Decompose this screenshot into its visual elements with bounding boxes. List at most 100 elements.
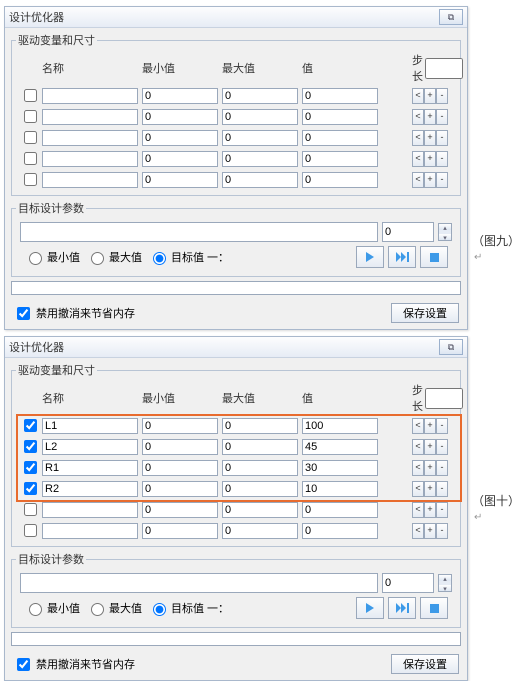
step-button[interactable]	[388, 246, 416, 268]
row-max-input[interactable]	[222, 172, 298, 188]
row-checkbox[interactable]	[24, 152, 37, 165]
tiny-btn-0[interactable]: <	[412, 109, 424, 125]
row-checkbox[interactable]	[24, 503, 37, 516]
tiny-btn-1[interactable]: +	[424, 418, 436, 434]
row-min-input[interactable]	[142, 172, 218, 188]
tiny-btn-1[interactable]: +	[424, 88, 436, 104]
tiny-btn-2[interactable]: -	[436, 151, 448, 167]
stop-button[interactable]	[420, 597, 448, 619]
row-max-input[interactable]	[222, 130, 298, 146]
step-input[interactable]	[425, 58, 463, 79]
row-val-input[interactable]	[302, 88, 378, 104]
target-value-input[interactable]	[382, 222, 434, 242]
tiny-btn-2[interactable]: -	[436, 523, 448, 539]
row-min-input[interactable]	[142, 460, 218, 476]
opt-min[interactable]: 最小值	[24, 249, 80, 265]
opt-min-radio[interactable]	[29, 603, 42, 616]
opt-target-radio[interactable]	[153, 252, 166, 265]
save-settings-button[interactable]: 保存设置	[391, 303, 459, 323]
save-settings-button[interactable]: 保存设置	[391, 654, 459, 674]
target-spinner[interactable]: ▴▾	[438, 223, 452, 241]
row-max-input[interactable]	[222, 523, 298, 539]
row-max-input[interactable]	[222, 109, 298, 125]
tiny-btn-1[interactable]: +	[424, 109, 436, 125]
tiny-btn-1[interactable]: +	[424, 460, 436, 476]
titlebar-button[interactable]: ⧉	[439, 9, 463, 25]
tiny-btn-2[interactable]: -	[436, 88, 448, 104]
tiny-btn-0[interactable]: <	[412, 481, 424, 497]
step-button[interactable]	[388, 597, 416, 619]
tiny-btn-1[interactable]: +	[424, 172, 436, 188]
row-checkbox[interactable]	[24, 173, 37, 186]
disable-undo-option[interactable]: 禁用撤消来节省内存	[13, 304, 135, 323]
target-spinner[interactable]: ▴▾	[438, 574, 452, 592]
row-max-input[interactable]	[222, 88, 298, 104]
play-button[interactable]	[356, 246, 384, 268]
tiny-btn-1[interactable]: +	[424, 439, 436, 455]
titlebar-button[interactable]: ⧉	[439, 339, 463, 355]
row-checkbox[interactable]	[24, 482, 37, 495]
row-min-input[interactable]	[142, 481, 218, 497]
tiny-btn-0[interactable]: <	[412, 172, 424, 188]
row-val-input[interactable]	[302, 523, 378, 539]
disable-undo-checkbox[interactable]	[17, 658, 30, 671]
opt-min-radio[interactable]	[29, 252, 42, 265]
row-checkbox[interactable]	[24, 419, 37, 432]
tiny-btn-1[interactable]: +	[424, 130, 436, 146]
stop-button[interactable]	[420, 246, 448, 268]
tiny-btn-1[interactable]: +	[424, 523, 436, 539]
row-name-input[interactable]	[42, 523, 138, 539]
tiny-btn-2[interactable]: -	[436, 460, 448, 476]
row-min-input[interactable]	[142, 523, 218, 539]
row-val-input[interactable]	[302, 172, 378, 188]
opt-max[interactable]: 最大值	[86, 249, 142, 265]
row-min-input[interactable]	[142, 88, 218, 104]
tiny-btn-2[interactable]: -	[436, 481, 448, 497]
tiny-btn-1[interactable]: +	[424, 481, 436, 497]
row-name-input[interactable]	[42, 502, 138, 518]
row-name-input[interactable]	[42, 109, 138, 125]
tiny-btn-0[interactable]: <	[412, 502, 424, 518]
row-val-input[interactable]	[302, 151, 378, 167]
row-name-input[interactable]	[42, 130, 138, 146]
opt-target[interactable]: 目标值 一：	[148, 249, 229, 265]
row-min-input[interactable]	[142, 502, 218, 518]
row-checkbox[interactable]	[24, 440, 37, 453]
row-max-input[interactable]	[222, 151, 298, 167]
row-checkbox[interactable]	[24, 131, 37, 144]
target-name-input[interactable]	[20, 573, 378, 593]
tiny-btn-2[interactable]: -	[436, 109, 448, 125]
play-button[interactable]	[356, 597, 384, 619]
row-name-input[interactable]	[42, 460, 138, 476]
tiny-btn-0[interactable]: <	[412, 460, 424, 476]
row-min-input[interactable]	[142, 418, 218, 434]
row-min-input[interactable]	[142, 109, 218, 125]
row-name-input[interactable]	[42, 172, 138, 188]
opt-max-radio[interactable]	[91, 252, 104, 265]
row-val-input[interactable]	[302, 130, 378, 146]
row-checkbox[interactable]	[24, 110, 37, 123]
opt-target-radio[interactable]	[153, 603, 166, 616]
row-checkbox[interactable]	[24, 461, 37, 474]
row-val-input[interactable]	[302, 109, 378, 125]
tiny-btn-1[interactable]: +	[424, 502, 436, 518]
row-checkbox[interactable]	[24, 89, 37, 102]
tiny-btn-2[interactable]: -	[436, 130, 448, 146]
row-max-input[interactable]	[222, 418, 298, 434]
opt-max[interactable]: 最大值	[86, 600, 142, 616]
tiny-btn-0[interactable]: <	[412, 130, 424, 146]
opt-min[interactable]: 最小值	[24, 600, 80, 616]
disable-undo-option[interactable]: 禁用撤消来节省内存	[13, 655, 135, 674]
tiny-btn-0[interactable]: <	[412, 88, 424, 104]
tiny-btn-2[interactable]: -	[436, 418, 448, 434]
tiny-btn-2[interactable]: -	[436, 502, 448, 518]
row-name-input[interactable]	[42, 418, 138, 434]
row-name-input[interactable]	[42, 151, 138, 167]
row-max-input[interactable]	[222, 460, 298, 476]
row-name-input[interactable]	[42, 88, 138, 104]
tiny-btn-0[interactable]: <	[412, 439, 424, 455]
tiny-btn-0[interactable]: <	[412, 418, 424, 434]
tiny-btn-2[interactable]: -	[436, 439, 448, 455]
row-max-input[interactable]	[222, 439, 298, 455]
row-checkbox[interactable]	[24, 524, 37, 537]
